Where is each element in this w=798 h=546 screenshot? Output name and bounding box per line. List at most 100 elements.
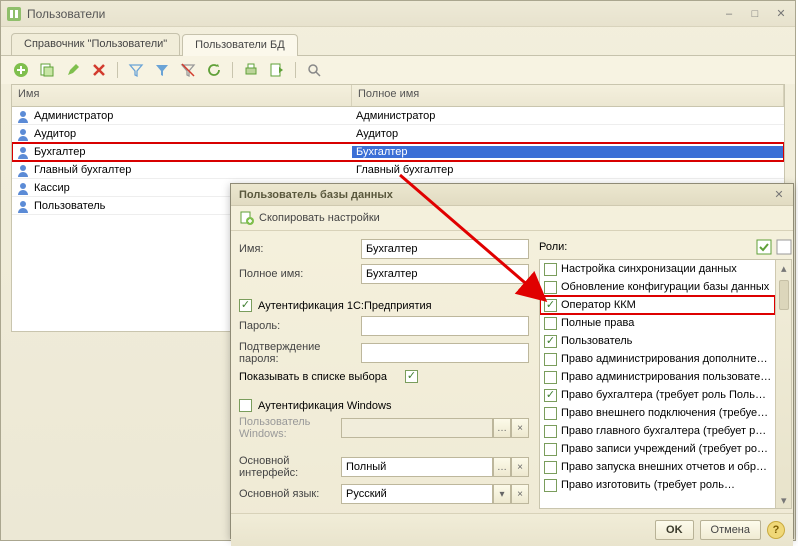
role-item[interactable]: Обновление конфигурации базы данных bbox=[540, 278, 775, 296]
add-icon[interactable] bbox=[11, 60, 31, 80]
refresh-icon[interactable] bbox=[204, 60, 224, 80]
role-label: Обновление конфигурации базы данных bbox=[561, 281, 769, 293]
role-item[interactable]: Пользователь bbox=[540, 332, 775, 350]
cell-name: Аудитор bbox=[34, 128, 76, 140]
role-item[interactable]: Право изготовить (требует роль… bbox=[540, 476, 775, 494]
password-input[interactable] bbox=[361, 316, 529, 336]
cell-name: Кассир bbox=[34, 182, 70, 194]
tabs: Справочник "Пользователи" Пользователи Б… bbox=[1, 27, 795, 56]
table-row[interactable]: Главный бухгалтерГлавный бухгалтер bbox=[12, 161, 784, 179]
export-icon[interactable] bbox=[267, 60, 287, 80]
close-button[interactable]: ✕ bbox=[771, 6, 791, 22]
role-checkbox[interactable] bbox=[544, 389, 557, 402]
role-item[interactable]: Полные права bbox=[540, 314, 775, 332]
main-titlebar: Пользователи – □ ✕ bbox=[1, 1, 795, 27]
role-label: Право главного бухгалтера (требует р… bbox=[561, 425, 766, 437]
role-item[interactable]: Право главного бухгалтера (требует р… bbox=[540, 422, 775, 440]
maximize-button[interactable]: □ bbox=[745, 6, 765, 22]
dialog-toolbar: Скопировать настройки bbox=[231, 206, 793, 231]
role-checkbox[interactable] bbox=[544, 263, 557, 276]
roles-check-all-icon[interactable] bbox=[756, 239, 772, 255]
tab-directory-users[interactable]: Справочник "Пользователи" bbox=[11, 33, 180, 55]
role-checkbox[interactable] bbox=[544, 371, 557, 384]
chevron-down-icon[interactable]: ▾ bbox=[493, 484, 511, 504]
dialog-footer: OK Отмена ? bbox=[231, 513, 793, 546]
dialog-close-icon[interactable]: ✕ bbox=[769, 187, 789, 203]
tab-db-users[interactable]: Пользователи БД bbox=[182, 34, 298, 56]
col-fullname[interactable]: Полное имя bbox=[352, 85, 784, 106]
role-label: Право запуска внешних отчетов и обр… bbox=[561, 461, 767, 473]
db-user-dialog: Пользователь базы данных ✕ Скопировать н… bbox=[230, 183, 794, 539]
role-checkbox[interactable] bbox=[544, 443, 557, 456]
role-checkbox[interactable] bbox=[544, 479, 557, 492]
auth-1c-checkbox[interactable] bbox=[239, 299, 252, 312]
role-label: Право администрирования дополните… bbox=[561, 353, 768, 365]
copy-icon[interactable] bbox=[37, 60, 57, 80]
role-item[interactable]: Право записи учреждений (требует ро… bbox=[540, 440, 775, 458]
role-checkbox[interactable] bbox=[544, 425, 557, 438]
interface-input[interactable] bbox=[341, 457, 493, 477]
scroll-down-icon[interactable]: ▾ bbox=[776, 492, 791, 508]
role-checkbox[interactable] bbox=[544, 281, 557, 294]
filter2-icon[interactable] bbox=[152, 60, 172, 80]
role-label: Оператор ККМ bbox=[561, 299, 636, 311]
name-input[interactable] bbox=[361, 239, 529, 259]
lang-input[interactable] bbox=[341, 484, 493, 504]
role-checkbox[interactable] bbox=[544, 353, 557, 366]
winuser-browse-icon[interactable]: … bbox=[493, 418, 511, 438]
interface-browse-icon[interactable]: … bbox=[493, 457, 511, 477]
table-row[interactable]: АдминистраторАдминистратор bbox=[12, 107, 784, 125]
label-interface: Основной интерфейс: bbox=[239, 455, 341, 479]
role-item[interactable]: Право запуска внешних отчетов и обр… bbox=[540, 458, 775, 476]
roles-scrollbar[interactable]: ▴ ▾ bbox=[775, 260, 791, 508]
dialog-titlebar: Пользователь базы данных ✕ bbox=[231, 184, 793, 206]
edit-icon[interactable] bbox=[63, 60, 83, 80]
role-item[interactable]: Право администрирования пользовате… bbox=[540, 368, 775, 386]
lang-clear-icon[interactable]: × bbox=[511, 484, 529, 504]
auth-1c-label: Аутентификация 1С:Предприятия bbox=[258, 300, 432, 312]
role-item[interactable]: Оператор ККМ bbox=[540, 296, 775, 314]
role-item[interactable]: Настройка синхронизации данных bbox=[540, 260, 775, 278]
role-item[interactable]: Право внешнего подключения (требуе… bbox=[540, 404, 775, 422]
confirm-input[interactable] bbox=[361, 343, 529, 363]
help-icon[interactable]: ? bbox=[767, 521, 785, 539]
main-toolbar bbox=[1, 56, 795, 84]
role-checkbox[interactable] bbox=[544, 407, 557, 420]
scroll-up-icon[interactable]: ▴ bbox=[776, 260, 791, 276]
cancel-button[interactable]: Отмена bbox=[700, 520, 761, 540]
cell-fullname: Администратор bbox=[356, 110, 435, 122]
cell-fullname: Главный бухгалтер bbox=[356, 164, 453, 176]
minimize-button[interactable]: – bbox=[719, 6, 739, 22]
role-item[interactable]: Право бухгалтера (требует роль Поль… bbox=[540, 386, 775, 404]
role-checkbox[interactable] bbox=[544, 335, 557, 348]
col-name[interactable]: Имя bbox=[12, 85, 352, 106]
winuser-input bbox=[341, 418, 493, 438]
table-row[interactable]: БухгалтерБухгалтер bbox=[12, 143, 784, 161]
scroll-thumb[interactable] bbox=[779, 280, 789, 310]
filter-off-icon[interactable] bbox=[178, 60, 198, 80]
role-label: Право администрирования пользовате… bbox=[561, 371, 771, 383]
copy-settings-button[interactable]: Скопировать настройки bbox=[259, 212, 380, 224]
separator bbox=[117, 62, 118, 78]
role-checkbox[interactable] bbox=[544, 461, 557, 474]
role-item[interactable]: Право администрирования дополните… bbox=[540, 350, 775, 368]
winuser-clear-icon[interactable]: × bbox=[511, 418, 529, 438]
ok-button[interactable]: OK bbox=[655, 520, 694, 540]
role-checkbox[interactable] bbox=[544, 317, 557, 330]
filter1-icon[interactable] bbox=[126, 60, 146, 80]
form-column: Имя: Полное имя: Аутентификация 1С:Предп… bbox=[239, 239, 529, 509]
role-label: Право внешнего подключения (требуе… bbox=[561, 407, 768, 419]
show-in-list-checkbox[interactable] bbox=[405, 370, 418, 383]
auth-windows-checkbox[interactable] bbox=[239, 399, 252, 412]
auth-windows-label: Аутентификация Windows bbox=[258, 400, 391, 412]
search-icon[interactable] bbox=[304, 60, 324, 80]
roles-uncheck-all-icon[interactable] bbox=[776, 239, 792, 255]
interface-clear-icon[interactable]: × bbox=[511, 457, 529, 477]
delete-icon[interactable] bbox=[89, 60, 109, 80]
role-checkbox[interactable] bbox=[544, 299, 557, 312]
cell-fullname: Бухгалтер bbox=[356, 146, 407, 158]
print-icon[interactable] bbox=[241, 60, 261, 80]
label-lang: Основной язык: bbox=[239, 488, 341, 500]
table-row[interactable]: АудиторАудитор bbox=[12, 125, 784, 143]
fullname-input[interactable] bbox=[361, 264, 529, 284]
